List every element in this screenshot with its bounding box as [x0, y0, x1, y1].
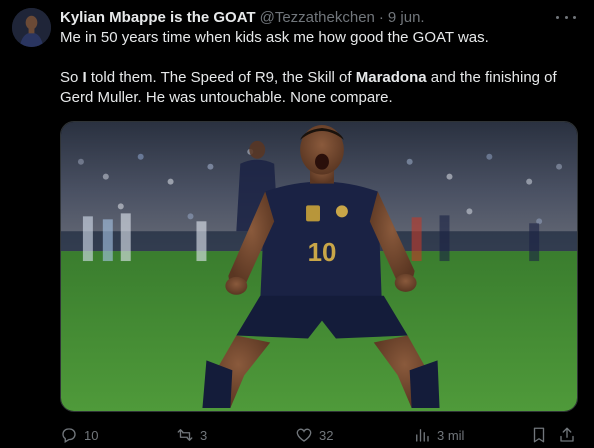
- like-button[interactable]: 32: [295, 425, 333, 445]
- bookmark-icon: [533, 427, 545, 443]
- avatar-image: [12, 8, 51, 47]
- tweet[interactable]: Kylian Mbappe is the GOAT @Tezzathekchen…: [0, 0, 594, 448]
- heart-icon: [296, 428, 312, 442]
- celebration-photo: 10: [61, 122, 577, 411]
- share-button[interactable]: [558, 425, 576, 445]
- reply-count: 10: [84, 427, 99, 443]
- tweet-text: Me in 50 years time when kids ask me how…: [60, 28, 578, 108]
- tweet-photo[interactable]: 10: [60, 121, 578, 412]
- repost-icon: [177, 429, 193, 441]
- tweet-line-2: So I told them. The Speed of R9, the Ski…: [60, 69, 557, 106]
- reply-icon: [62, 428, 76, 443]
- bookmark-button[interactable]: [530, 425, 548, 445]
- repost-button[interactable]: 3: [176, 425, 207, 445]
- display-name[interactable]: Kylian Mbappe is the GOAT: [60, 9, 256, 26]
- views-icon: [416, 429, 429, 442]
- separator-dot: ·: [378, 8, 384, 26]
- more-icon[interactable]: [556, 10, 576, 24]
- tweet-header: Kylian Mbappe is the GOAT @Tezzathekchen…: [60, 7, 578, 27]
- avatar[interactable]: [12, 8, 51, 47]
- timestamp[interactable]: 9 jun.: [388, 9, 425, 26]
- user-handle[interactable]: @Tezzathekchen: [260, 9, 375, 26]
- jersey-number: 10: [308, 239, 337, 267]
- reply-button[interactable]: 10: [60, 425, 98, 445]
- like-count: 32: [319, 427, 334, 443]
- tweet-line-1: Me in 50 years time when kids ask me how…: [60, 29, 489, 46]
- views-button[interactable]: 3 mil: [413, 425, 464, 445]
- share-icon: [560, 427, 574, 442]
- action-bar: 10 3 32 3 mil: [60, 424, 578, 446]
- views-count: 3 mil: [437, 427, 465, 443]
- repost-count: 3: [200, 427, 208, 443]
